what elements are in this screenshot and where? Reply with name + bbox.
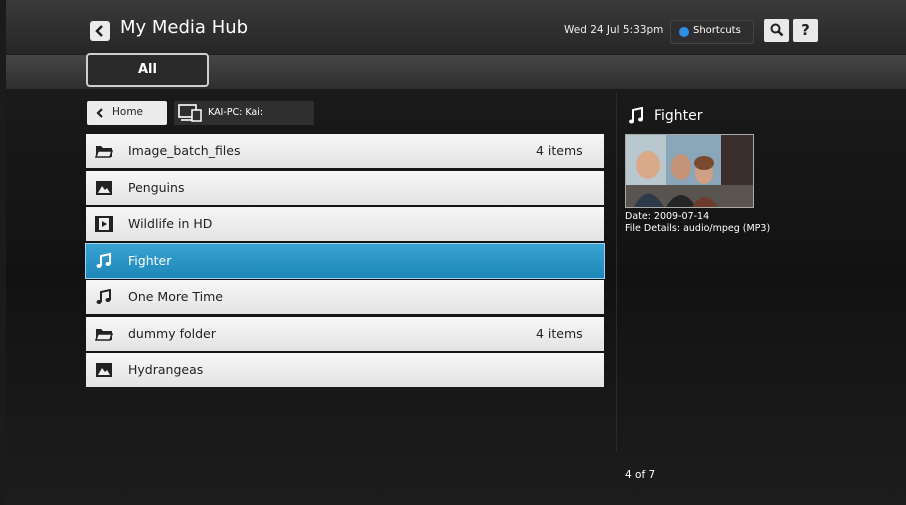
list-item[interactable]: Penguins — [86, 170, 604, 205]
chevron-left-icon — [96, 108, 103, 118]
detail-file-details: File Details: audio/mpeg (MP3) — [625, 223, 771, 234]
page-indicator: 4 of 7 — [625, 469, 656, 481]
location-label: KAI-PC: Kai: — [208, 107, 264, 118]
tab-all[interactable]: All — [86, 53, 209, 87]
shortcuts-label: Shortcuts — [693, 25, 741, 36]
music-note-icon — [95, 252, 113, 269]
header-bar: My Media Hub Wed 24 Jul 5:33pm Shortcuts… — [6, 0, 906, 54]
music-note-icon — [629, 107, 643, 124]
media-list: Image_batch_files 4 items Penguins Wildlife… — [85, 134, 605, 390]
list-item-count: 4 items — [536, 143, 583, 158]
list-item-name: Image_batch_files — [128, 143, 241, 158]
image-icon — [95, 362, 113, 378]
folder-icon — [94, 326, 114, 342]
help-button[interactable]: ? — [793, 19, 818, 42]
media-hub-window: My Media Hub Wed 24 Jul 5:33pm Shortcuts… — [6, 0, 906, 505]
detail-date: Date: 2009-07-14 — [625, 211, 710, 222]
search-button[interactable] — [764, 19, 789, 42]
video-icon — [95, 216, 113, 232]
back-button[interactable] — [90, 21, 110, 41]
search-icon — [770, 23, 783, 37]
breadcrumb-location: KAI-PC: Kai: — [174, 101, 314, 125]
folder-icon — [94, 143, 114, 159]
blue-dot-icon — [679, 27, 689, 37]
list-item-count: 4 items — [536, 325, 583, 341]
list-item[interactable]: Wildlife in HD — [86, 207, 604, 241]
list-item-name: dummy folder — [128, 325, 216, 341]
home-button[interactable]: Home — [87, 101, 167, 125]
list-item-name: One More Time — [128, 289, 223, 304]
panel-divider — [616, 92, 617, 452]
date-time: Wed 24 Jul 5:33pm — [564, 24, 664, 36]
list-item[interactable]: Image_batch_files 4 items — [86, 134, 604, 168]
list-item-name: Fighter — [128, 252, 172, 268]
detail-title: Fighter — [654, 108, 703, 124]
computer-icon — [178, 104, 202, 122]
image-icon — [95, 180, 113, 196]
shortcuts-button[interactable]: Shortcuts — [670, 20, 754, 44]
chevron-left-icon — [95, 25, 103, 37]
list-item-name: Hydrangeas — [128, 362, 204, 377]
album-art-thumbnail — [625, 134, 754, 208]
list-item-name: Wildlife in HD — [128, 216, 213, 231]
list-item[interactable]: One More Time — [86, 280, 604, 314]
music-note-icon — [95, 288, 113, 305]
list-item[interactable]: dummy folder 4 items — [86, 316, 604, 351]
home-label: Home — [112, 106, 144, 118]
list-item[interactable]: Fighter — [85, 242, 605, 279]
list-item-name: Penguins — [128, 179, 185, 195]
list-item[interactable]: Hydrangeas — [86, 353, 604, 387]
app-title: My Media Hub — [120, 17, 249, 38]
